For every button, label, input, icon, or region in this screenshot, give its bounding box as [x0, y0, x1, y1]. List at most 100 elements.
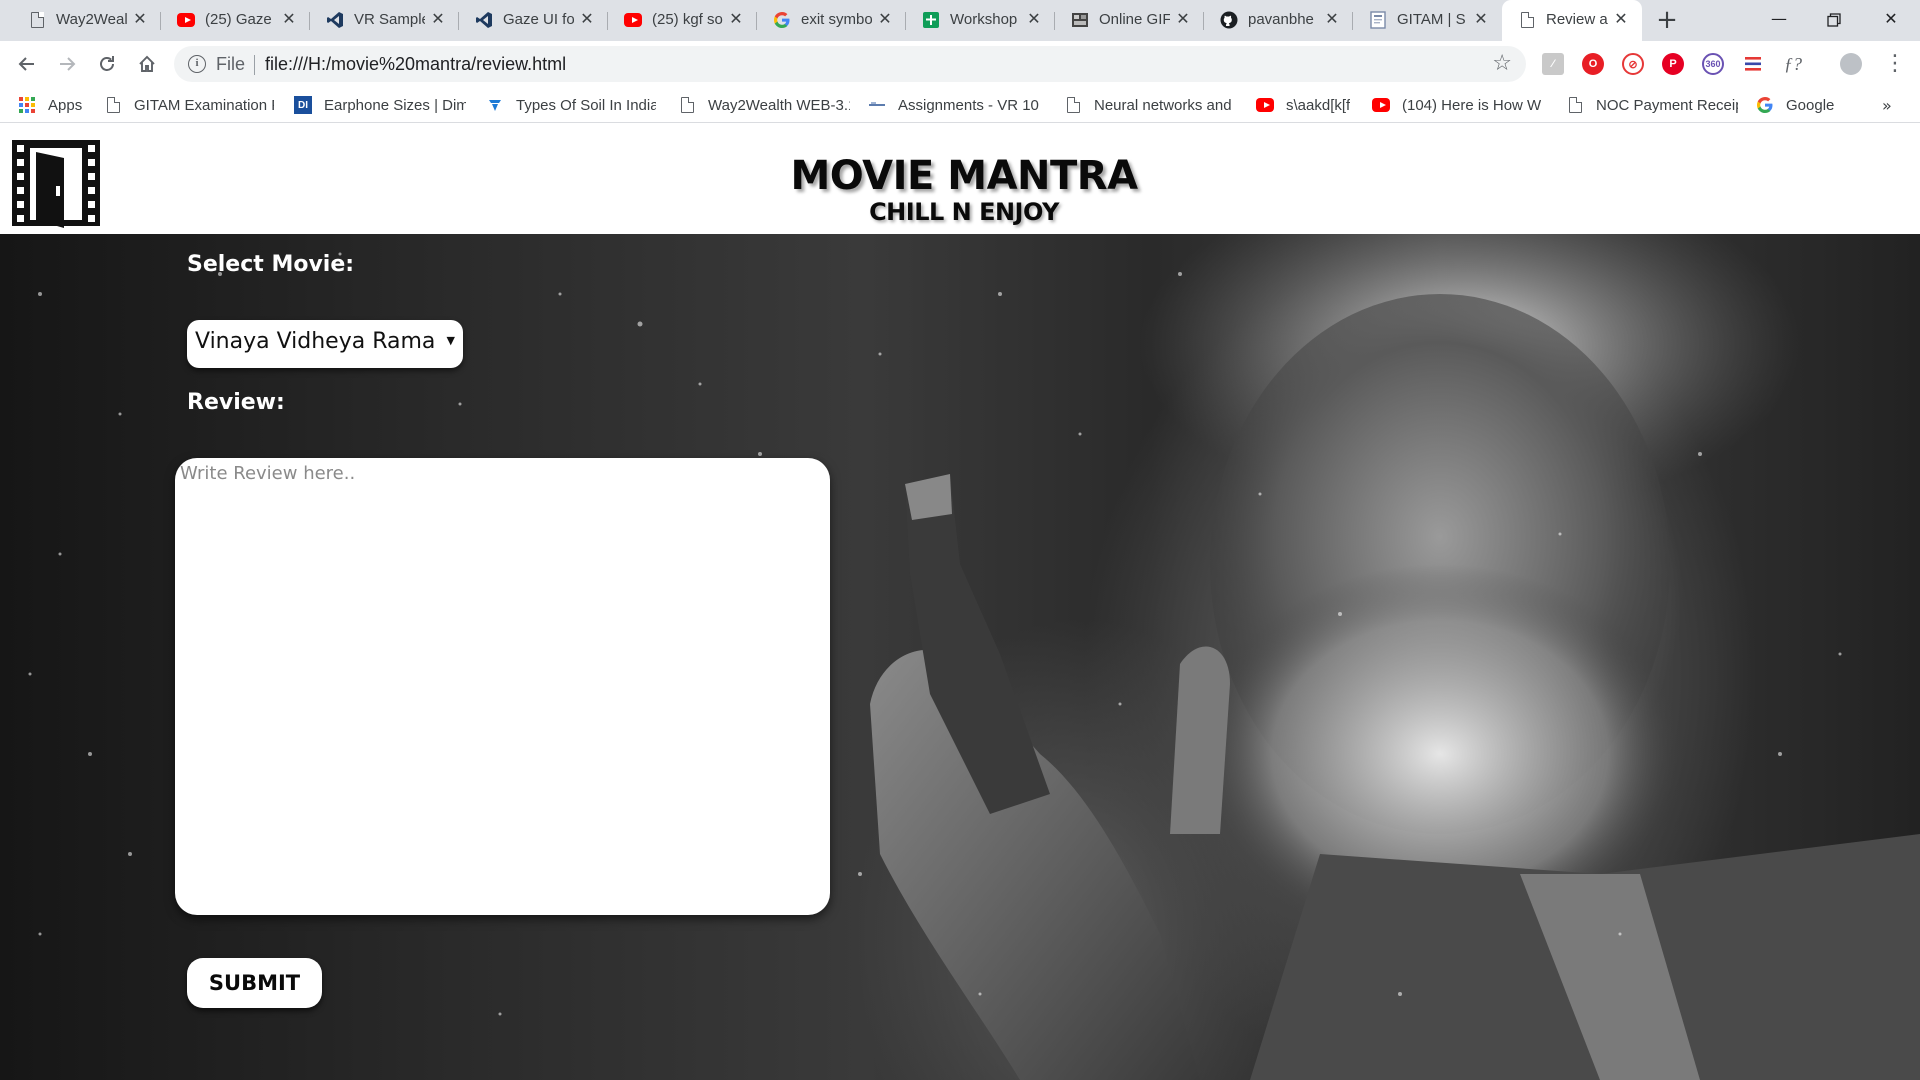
reload-button[interactable]: [92, 49, 122, 79]
document-icon: [28, 11, 46, 29]
adblock-extension-icon[interactable]: ⊘: [1622, 53, 1644, 75]
tab-gaze-ui-for[interactable]: Gaze UI for ✕: [459, 0, 608, 41]
movie-select[interactable]: Vinaya Vidheya Rama ▼: [187, 320, 463, 368]
close-window-button[interactable]: ✕: [1862, 4, 1920, 34]
bookmark-neural-networks[interactable]: Neural networks and: [1064, 94, 1236, 116]
review-textarea[interactable]: [178, 461, 823, 906]
visual-studio-icon: [326, 11, 344, 29]
tab-title: Review a M: [1546, 11, 1608, 28]
url-text[interactable]: file:///H:/movie%20mantra/review.html: [265, 54, 566, 75]
close-icon[interactable]: ✕: [1612, 10, 1630, 30]
minimize-button[interactable]: —: [1750, 4, 1808, 34]
tab-gitam[interactable]: GITAM | S ✕: [1353, 0, 1502, 41]
bookmark-label: NOC Payment Receip: [1596, 96, 1738, 114]
tab-title: Workshop: [950, 11, 1018, 28]
new-tab-button[interactable]: +: [1654, 7, 1680, 34]
close-icon[interactable]: ✕: [429, 10, 447, 30]
divider: [254, 55, 255, 75]
tab-title: Way2Wealth: [56, 11, 127, 28]
bookmark-youtube-saakd[interactable]: s\aakd[k[f: [1256, 94, 1374, 116]
gitam-icon: [1369, 11, 1387, 29]
tab-exit-symbol[interactable]: exit symbol ✕: [757, 0, 906, 41]
close-icon[interactable]: ✕: [131, 10, 149, 30]
address-bar[interactable]: i File file:///H:/movie%20mantra/review.…: [174, 46, 1526, 82]
hero-background-image: Select Movie: Vinaya Vidheya Rama ▼ Revi…: [0, 234, 1920, 1080]
review-textarea-container: [175, 458, 830, 915]
youtube-icon: [1372, 96, 1390, 114]
select-movie-label: Select Movie:: [187, 252, 355, 277]
tab-gaze-ui-youtube[interactable]: (25) Gaze UI ✕: [161, 0, 310, 41]
pinterest-extension-icon[interactable]: P: [1662, 53, 1684, 75]
opera-extension-icon[interactable]: O: [1582, 53, 1604, 75]
tab-title: (25) kgf songs: [652, 11, 723, 28]
bookmark-noc-payment[interactable]: NOC Payment Receip: [1566, 94, 1738, 116]
360-extension-icon[interactable]: 360: [1702, 53, 1724, 75]
restore-button[interactable]: [1805, 4, 1863, 34]
tab-workshop[interactable]: Workshop ✕: [906, 0, 1055, 41]
google-icon: [1756, 96, 1774, 114]
star-icon[interactable]: ☆: [1492, 51, 1512, 76]
tab-kgf-songs[interactable]: (25) kgf songs ✕: [608, 0, 757, 41]
document-icon: [1566, 96, 1584, 114]
bookmark-label: s\aakd[k[f: [1286, 96, 1351, 114]
bookmark-assignments-vr[interactable]: Assignments - VR 10: [868, 94, 1040, 116]
close-icon[interactable]: ✕: [1323, 10, 1341, 30]
bookmark-label: Types Of Soil In India: [516, 96, 656, 114]
page-viewport: MOVIE MANTRA CHILL N ENJOY Select Movie:…: [0, 124, 1920, 1080]
selected-movie-value: Vinaya Vidheya Rama: [195, 329, 436, 354]
bookmark-label: Earphone Sizes | Dim: [324, 96, 466, 114]
tab-vr-sample[interactable]: VR Sample ✕: [310, 0, 459, 41]
bookmarks-bar: Apps GITAM Examination F DI Earphone Siz…: [0, 87, 1920, 123]
close-icon[interactable]: ✕: [280, 10, 298, 30]
bookmark-soil-types[interactable]: Types Of Soil In India: [486, 94, 656, 116]
document-icon: [678, 96, 696, 114]
back-button[interactable]: [12, 49, 42, 79]
bookmark-way2wealth-web[interactable]: Way2Wealth WEB-3.1: [678, 94, 850, 116]
forward-button[interactable]: [52, 49, 82, 79]
pdf-extension-icon[interactable]: ⁄: [1542, 53, 1564, 75]
di-icon: DI: [294, 96, 312, 114]
kebab-menu-icon[interactable]: ⋮: [1884, 50, 1906, 78]
bookmark-label: Neural networks and: [1094, 96, 1232, 114]
bookmarks-overflow-button[interactable]: »: [1882, 96, 1892, 115]
close-icon[interactable]: ✕: [578, 10, 596, 30]
site-brand: MOVIE MANTRA CHILL N ENJOY: [0, 154, 1920, 226]
bookmark-google[interactable]: Google: [1756, 94, 1856, 116]
bookmark-label: Apps: [48, 96, 83, 114]
tab-github[interactable]: pavanbhe ✕: [1204, 0, 1353, 41]
tab-review-active[interactable]: Review a M ✕: [1502, 0, 1642, 41]
info-icon[interactable]: i: [188, 55, 206, 73]
bookmark-label: Way2Wealth WEB-3.1: [708, 96, 850, 114]
tab-online-gif[interactable]: Online GIF ✕: [1055, 0, 1204, 41]
github-icon: [1220, 11, 1238, 29]
submit-button[interactable]: SUBMIT: [187, 958, 322, 1008]
document-icon: [1518, 11, 1536, 29]
browser-toolbar: i File file:///H:/movie%20mantra/review.…: [0, 41, 1920, 87]
tab-title: pavanbhe: [1248, 11, 1314, 28]
profile-avatar[interactable]: [1840, 53, 1862, 75]
tab-title: Online GIF: [1099, 11, 1170, 28]
document-icon: [104, 96, 122, 114]
home-button[interactable]: [132, 49, 162, 79]
bookmark-apps[interactable]: Apps: [18, 94, 88, 116]
menu-stack-extension-icon[interactable]: [1742, 53, 1764, 75]
tab-title: exit symbol: [801, 11, 872, 28]
tab-title: GITAM | S: [1397, 11, 1466, 28]
close-icon[interactable]: ✕: [1472, 10, 1490, 30]
bookmark-youtube-here-is-how[interactable]: (104) Here is How W: [1372, 94, 1542, 116]
bookmark-gitam-exam[interactable]: GITAM Examination F: [104, 94, 274, 116]
formula-extension-icon[interactable]: ƒ?: [1782, 53, 1804, 75]
review-label: Review:: [187, 390, 285, 415]
google-icon: [773, 11, 791, 29]
site-title: MOVIE MANTRA: [790, 153, 1138, 199]
close-icon[interactable]: ✕: [1174, 10, 1192, 30]
tab-strip: Way2Wealth ✕ (25) Gaze UI ✕ VR Sample ✕ …: [0, 0, 1920, 41]
close-icon[interactable]: ✕: [876, 10, 894, 30]
site-subtitle: CHILL N ENJOY: [869, 198, 1059, 226]
bookmark-earphone-sizes[interactable]: DI Earphone Sizes | Dim: [294, 94, 466, 116]
tab-way2wealth[interactable]: Way2Wealth ✕: [12, 0, 161, 41]
close-icon[interactable]: ✕: [1025, 10, 1043, 30]
close-icon[interactable]: ✕: [727, 10, 745, 30]
youtube-icon: [177, 11, 195, 29]
apps-grid-icon: [18, 96, 36, 114]
